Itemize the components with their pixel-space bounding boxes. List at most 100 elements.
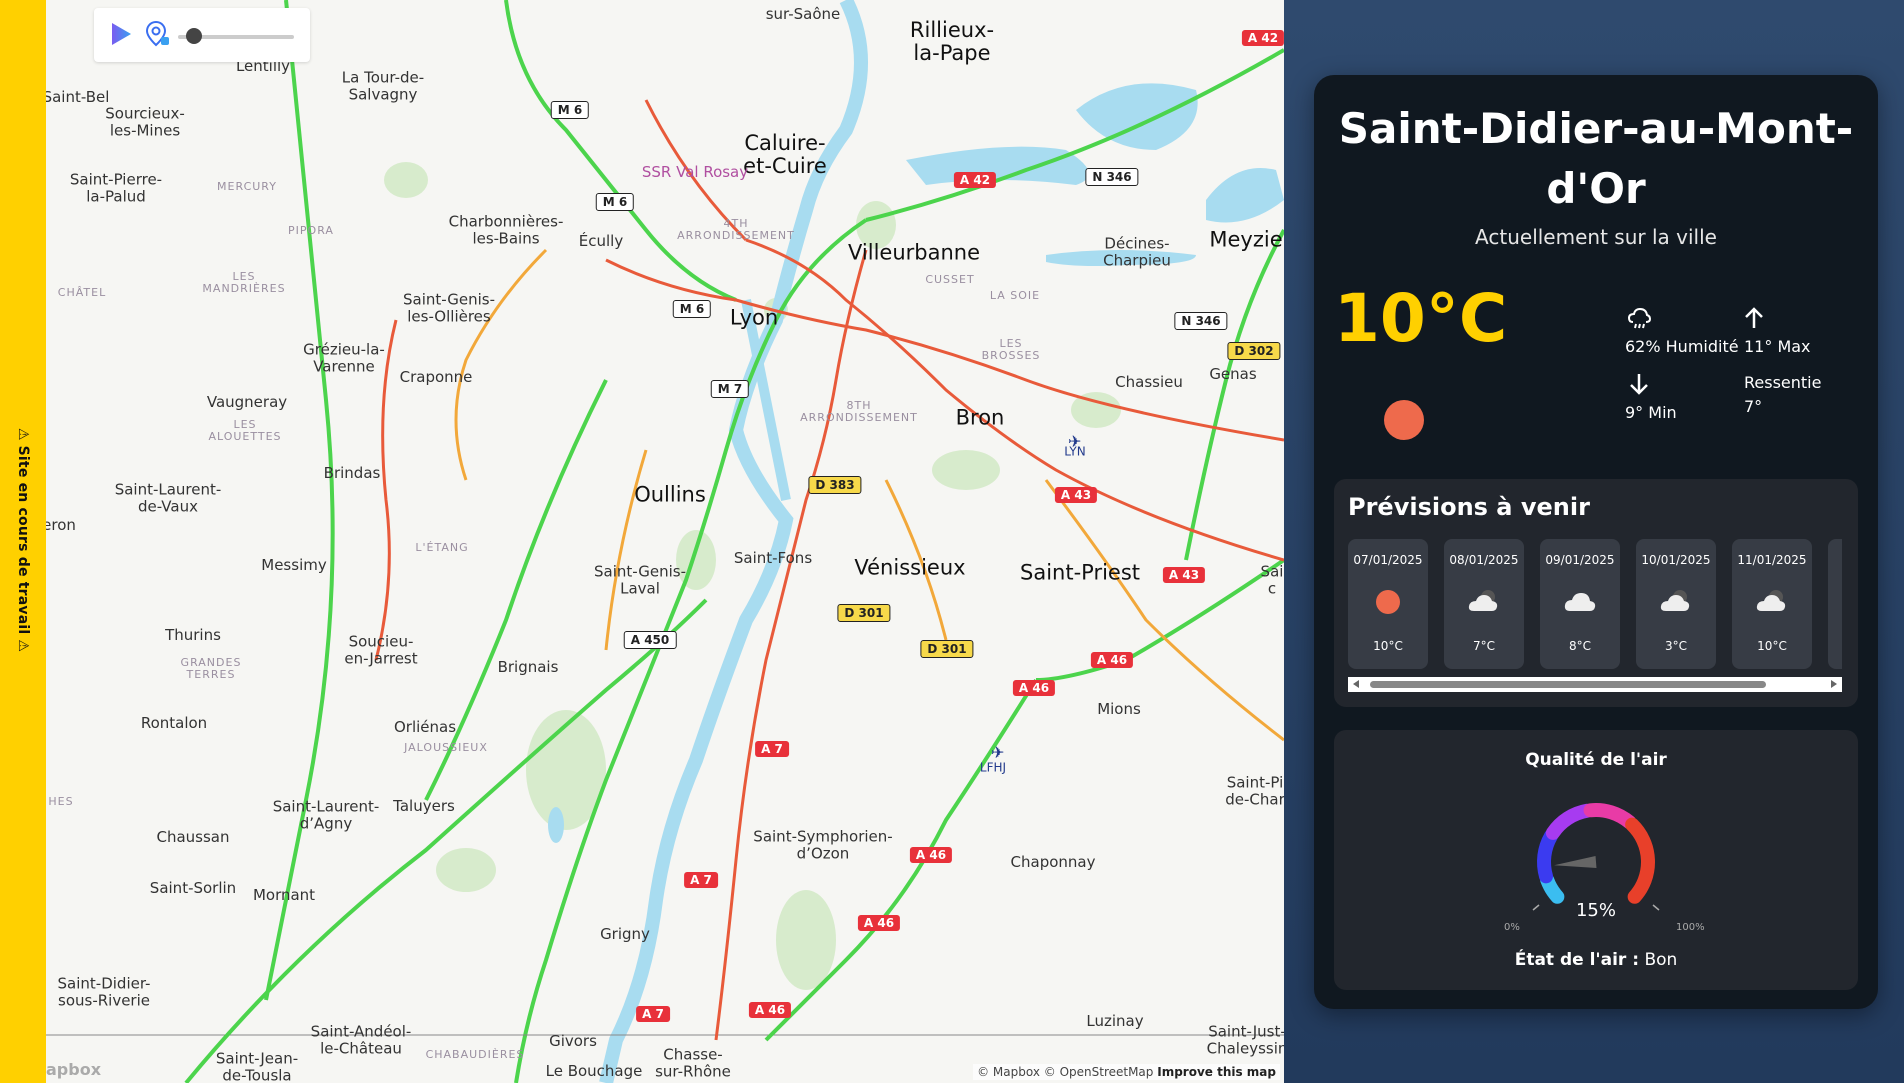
road-badge: D 301 [920,640,974,658]
arrow-down-icon [1630,374,1648,395]
partly-cloudy-icon [1468,590,1498,611]
air-state-label: État de l'air : [1514,950,1640,970]
map-place-label: Saint-Jean-de-Tousla [215,1049,299,1083]
map-place-label: Craponne [399,367,473,386]
forecast-day-card[interactable]: 09/01/2025 8°C [1540,539,1620,669]
map-place-label: Rontalon [140,713,208,732]
map-place-label: Vaugneray [206,392,288,411]
map-place-label: Le Bouchage [545,1061,643,1080]
location-pin-icon[interactable] [144,20,172,48]
road-badge: A 7 [684,872,718,888]
feels-like-value: 7° [1744,397,1763,416]
forecast-day-card[interactable]: 12 [1828,539,1842,669]
map-place-label: Grézieu-la- Varenne [303,340,385,375]
road-badge: M 7 [710,380,750,398]
map-place-label: SSR Val Rosay [641,162,749,181]
forecast-date: 07/01/2025 [1353,553,1423,567]
min-temp-text: 9° Min [1625,403,1677,422]
gauge-min-label: 0% [1504,922,1520,933]
map-place-label: Saint-Andéol-le-Château [310,1022,412,1057]
map-place-label: Écully [578,231,624,250]
map-place-label: Lyon [729,305,779,330]
airport-icon: ✈ [991,743,1004,762]
forecast-title: Prévisions à venir [1348,493,1590,521]
gauge-needle [1554,856,1597,868]
road-badge: D 383 [808,476,862,494]
map-place-label: Saint-Bel [46,87,110,106]
forecast-day-card[interactable]: 11/01/2025 10°C [1732,539,1812,669]
air-quality-panel: Qualité de l'air 0% 100% 15% État de l'a… [1334,730,1858,990]
feels-like-label: Ressentie [1744,373,1822,392]
map-district-label: 8TH ARRONDISSEMENT [800,398,918,424]
map-place-label: Saint-Laurent-d’Agny [272,797,380,832]
road-badge: A 46 [857,915,901,931]
map-district-label: CHÂTEL [57,285,107,299]
map-place-label: Saint-Laurent-de-Vaux [114,480,222,515]
map[interactable]: ✈ ✈ Lyon Villeurbanne Caluire-et-Cuire Rill… [46,0,1284,1083]
map-attribution[interactable]: © Mapbox © OpenStreetMap Improve this ma… [973,1064,1280,1080]
map-place-label: Brignais [497,657,559,676]
map-place-label: Villeurbanne [847,240,981,265]
map-place-label: Sai c [1260,562,1284,597]
subtitle: Actuellement sur la ville [1475,225,1717,249]
road-badge: D 302 [1227,342,1281,360]
timeline-slider-thumb[interactable] [186,28,202,44]
map-place-label: Soucieu-en-Jarrest [344,632,418,667]
humidity-text: 62% Humidité [1625,337,1739,356]
forecast-temp: 8°C [1568,639,1591,653]
road-badge: A 42 [953,172,997,188]
play-icon[interactable] [106,20,134,48]
air-quality-percent: 15% [1575,900,1616,921]
road-badge: A 43 [1162,567,1206,583]
map-district-label: JALOUSSIEUX [404,740,488,754]
map-place-label: Givors [549,1031,597,1050]
forecast-day-card[interactable]: 08/01/2025 7°C [1444,539,1524,669]
map-district-label: GRANDES TERRES [180,655,242,681]
humidity-cloud-icon [1627,307,1652,329]
map-place-label: LFHJ [979,760,1007,775]
road-badge: A 46 [1090,652,1134,668]
gauge-max-label: 100% [1676,922,1705,933]
road-badge: A 7 [755,741,789,757]
forecast-strip[interactable]: 07/01/2025 10°C 08/01/2025 7°C 09/01/2025 8°C… [1348,539,1842,669]
warning-text: ⚠ Site en cours de travail ⚠ [15,427,31,653]
air-state: État de l'air : Bon [1334,950,1858,970]
map-place-label: La Tour-de- Salvagny [341,68,425,103]
map-district-label: CHABAUDIÈRES [425,1047,525,1061]
map-place-label: Taluyers [393,796,455,815]
air-state-value: Bon [1644,950,1678,970]
partly-cloudy-icon [1756,590,1786,611]
map-place-label: Décines- Charpieu [1103,234,1171,269]
mapbox-logo[interactable]: apbox [46,1060,101,1079]
arrow-up-icon [1745,307,1763,328]
map-place-label: Grigny [600,924,650,943]
forecast-day-card[interactable]: 10/01/2025 3°C [1636,539,1716,669]
forecast-scrollbar[interactable] [1348,677,1842,692]
road-badge: A 46 [909,847,953,863]
map-place-label: Caluire-et-Cuire [743,130,827,178]
map-place-label: Messimy [261,555,327,574]
map-place-label: Chaussan [156,827,230,846]
attribution-text[interactable]: © Mapbox © OpenStreetMap [977,1065,1153,1079]
forecast-temp: 10°C [1373,639,1403,653]
forecast-date: 08/01/2025 [1449,553,1519,567]
map-place-label: Chasse-sur-Rhône [655,1045,731,1080]
current-temperature: 10°C [1334,280,1508,357]
map-place-label: Saint-Priest [1019,560,1141,585]
map-place-label: Saint-Genis-les-Ollières [403,290,495,325]
max-temp-text: 11° Max [1744,337,1811,356]
map-place-label: Charbonnières-les-Bains [448,212,564,247]
map-place-label: Vénissieux [854,555,966,580]
scroll-right-arrow-icon[interactable] [1831,680,1837,688]
map-place-label: Saint-Pierre-la-Palud [69,170,163,205]
map-district-label: LES MANDRIÈRES [202,269,286,295]
forecast-day-card[interactable]: 07/01/2025 10°C [1348,539,1428,669]
forecast-date: 09/01/2025 [1545,553,1615,567]
road-badge: D 301 [837,604,891,622]
road-badge: A 42 [1241,30,1284,46]
scroll-left-arrow-icon[interactable] [1353,680,1359,688]
improve-map-link[interactable]: Improve this map [1157,1065,1276,1079]
map-place-label: Luzinay [1086,1011,1144,1030]
map-district-label: CUSSET [925,272,975,286]
scrollbar-thumb[interactable] [1370,681,1766,688]
